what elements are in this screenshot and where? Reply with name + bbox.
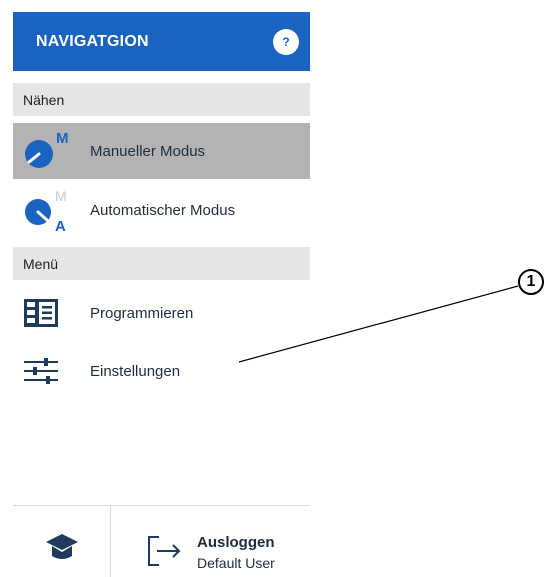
callout-leader-line	[238, 285, 519, 363]
callout-number: 1	[518, 269, 544, 295]
